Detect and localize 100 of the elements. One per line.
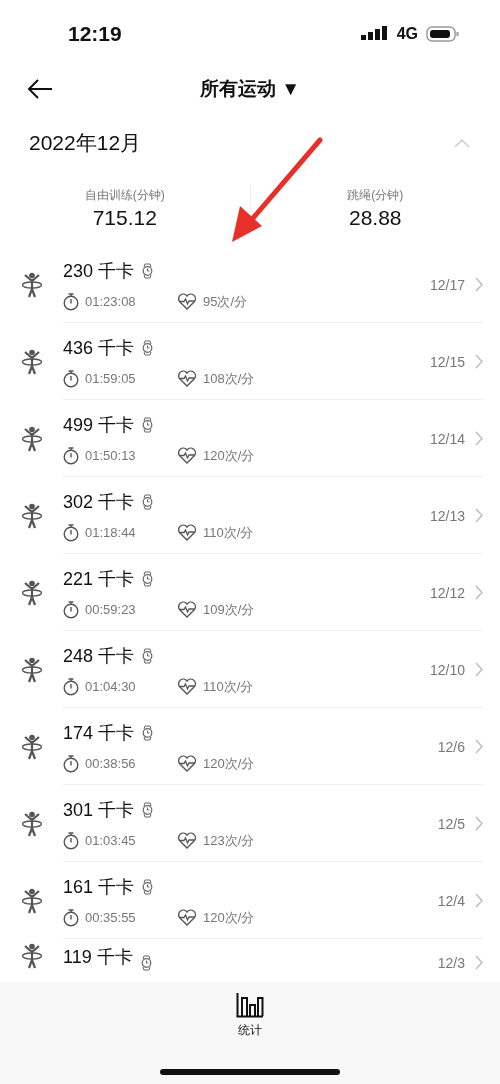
workout-row[interactable]: 302 千卡 01:18:44 110次/分 12/13 <box>0 477 500 554</box>
hula-hoop-icon <box>21 943 43 969</box>
duration-text: 01:59:05 <box>85 371 136 386</box>
hula-hoop-icon <box>21 887 43 914</box>
heart-rate-text: 95次/分 <box>203 292 248 311</box>
date-text: 12/4 <box>437 892 465 909</box>
heart-rate-text: 120次/分 <box>203 908 255 927</box>
watch-icon <box>142 339 154 356</box>
hula-hoop-icon <box>21 425 43 452</box>
duration-text: 01:18:44 <box>85 525 136 540</box>
chevron-right-icon <box>475 431 483 446</box>
date-text: 12/15 <box>429 353 465 370</box>
chevron-right-icon <box>475 662 483 677</box>
stopwatch-icon <box>63 446 79 465</box>
calories-text: 499 千卡 <box>63 413 135 437</box>
chevron-right-icon <box>475 739 483 754</box>
heart-rate-text: 120次/分 <box>203 446 255 465</box>
hula-hoop-icon <box>21 656 43 683</box>
watch-icon <box>142 570 154 587</box>
back-icon[interactable] <box>27 78 53 100</box>
watch-icon <box>142 416 154 433</box>
heart-rate-text: 123次/分 <box>203 831 255 850</box>
calories-text: 436 千卡 <box>63 336 135 360</box>
heart-rate-icon <box>177 832 197 849</box>
stopwatch-icon <box>63 292 79 311</box>
status-time: 12:19 <box>68 22 122 46</box>
hula-hoop-icon <box>21 502 43 529</box>
watch-icon <box>142 262 154 279</box>
calories-text: 301 千卡 <box>63 798 135 822</box>
signal-icon <box>360 26 389 42</box>
heart-rate-text: 110次/分 <box>203 523 254 542</box>
heart-rate-icon <box>177 755 197 772</box>
workout-row[interactable]: 221 千卡 00:59:23 109次/分 12/12 <box>0 554 500 631</box>
stopwatch-icon <box>63 754 79 773</box>
chevron-right-icon <box>475 277 483 292</box>
watch-icon <box>140 955 152 971</box>
calories-text: 248 千卡 <box>63 644 135 668</box>
stopwatch-icon <box>63 600 79 619</box>
calories-text: 302 千卡 <box>63 490 135 514</box>
date-text: 12/10 <box>429 661 465 678</box>
workout-row[interactable]: 499 千卡 01:50:13 120次/分 12/14 <box>0 400 500 477</box>
summary-value: 28.88 <box>348 205 402 230</box>
date-text: 12/13 <box>429 507 465 524</box>
watch-icon <box>142 647 154 664</box>
stopwatch-icon <box>63 677 79 696</box>
duration-text: 01:50:13 <box>85 448 136 463</box>
sport-filter-dropdown[interactable]: 所有运动 ▼ <box>199 76 301 102</box>
stopwatch-icon <box>63 831 79 850</box>
workout-row[interactable]: 436 千卡 01:59:05 108次/分 12/15 <box>0 323 500 400</box>
hula-hoop-icon <box>21 579 43 606</box>
duration-text: 00:35:55 <box>85 910 136 925</box>
date-text: 12/5 <box>437 815 465 832</box>
summary-label: 自由训练(分钟) <box>84 186 165 204</box>
workout-row[interactable]: 161 千卡 00:35:55 120次/分 12/4 <box>0 862 500 939</box>
duration-text: 00:38:56 <box>85 756 136 771</box>
calories-text: 221 千卡 <box>63 567 135 591</box>
workout-row[interactable]: 248 千卡 01:04:30 110次/分 12/10 <box>0 631 500 708</box>
date-text: 12/17 <box>429 276 465 293</box>
heart-rate-icon <box>177 524 197 541</box>
network-label: 4G <box>396 25 418 43</box>
hula-hoop-icon <box>21 733 43 760</box>
stopwatch-icon <box>63 369 79 388</box>
stopwatch-icon <box>63 523 79 542</box>
stopwatch-icon <box>63 908 79 927</box>
duration-text: 01:03:45 <box>85 833 136 848</box>
battery-icon <box>426 26 460 42</box>
hula-hoop-icon <box>21 348 43 375</box>
heart-rate-text: 109次/分 <box>203 600 255 619</box>
workout-row[interactable]: 230 千卡 01:23:08 95次/分 12/17 <box>0 246 500 323</box>
chevron-right-icon <box>475 816 483 831</box>
month-label: 2022年12月 <box>29 130 142 156</box>
calories-text: 174 千卡 <box>63 721 135 745</box>
date-text: 12/12 <box>429 584 465 601</box>
calories-text: 161 千卡 <box>63 875 135 899</box>
watch-icon <box>142 493 154 510</box>
workout-row[interactable]: 301 千卡 01:03:45 123次/分 12/5 <box>0 785 500 862</box>
heart-rate-icon <box>177 909 197 926</box>
chevron-right-icon <box>475 893 483 908</box>
heart-rate-icon <box>177 601 197 618</box>
duration-text: 00:59:23 <box>85 602 136 617</box>
bar-chart-icon <box>236 992 264 1018</box>
heart-rate-icon <box>177 370 197 387</box>
calories-text: 119 千卡 <box>63 946 133 969</box>
statistics-tab[interactable]: 统计 <box>236 992 264 1039</box>
heart-rate-text: 120次/分 <box>203 754 255 773</box>
chevron-right-icon <box>475 585 483 600</box>
workout-row[interactable]: 119 千卡 12/3 <box>0 939 500 979</box>
chevron-right-icon <box>475 508 483 523</box>
workout-row[interactable]: 174 千卡 00:38:56 120次/分 12/6 <box>0 708 500 785</box>
duration-text: 01:04:30 <box>85 679 136 694</box>
date-text: 12/14 <box>429 430 465 447</box>
watch-icon <box>142 801 154 818</box>
summary-label: 跳绳(分钟) <box>347 186 404 204</box>
date-text: 12/3 <box>437 955 465 971</box>
heart-rate-text: 108次/分 <box>203 369 255 388</box>
summary-value: 715.12 <box>92 205 157 230</box>
hula-hoop-icon <box>21 810 43 837</box>
date-text: 12/6 <box>437 738 465 755</box>
heart-rate-text: 110次/分 <box>203 677 254 696</box>
calories-text: 230 千卡 <box>63 259 135 283</box>
